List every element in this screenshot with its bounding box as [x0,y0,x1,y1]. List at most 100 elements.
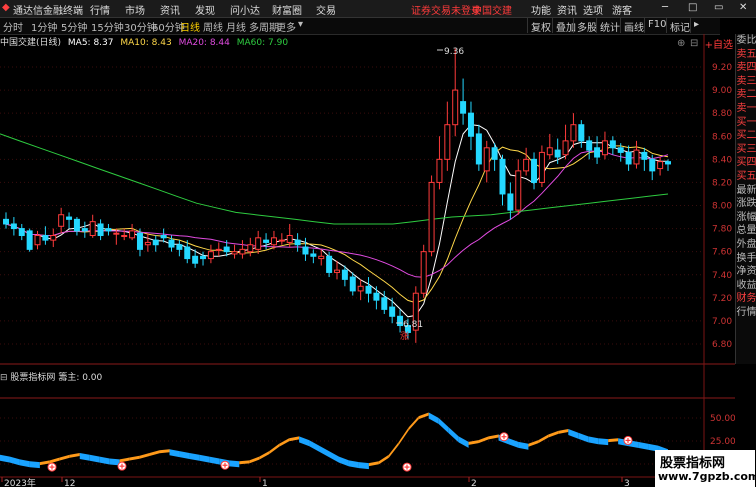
candle[interactable] [436,136,443,190]
panel-volume[interactable]: 总量 [736,224,756,238]
menu-info[interactable]: 资讯 [557,2,577,17]
panel-finance[interactable]: 财务 [736,292,756,306]
candle[interactable] [452,48,459,137]
candle[interactable] [389,297,396,324]
zoom-in-icon[interactable]: ⊕ [677,38,685,49]
tab-multi-period[interactable]: 多周期 [249,19,279,34]
candle[interactable] [3,212,9,229]
candle[interactable] [97,219,104,241]
panel-sell5[interactable]: 卖五 [736,48,756,62]
candle[interactable] [231,244,238,259]
tab-weekly[interactable]: 周线 [203,19,223,34]
candle[interactable] [144,233,151,252]
zoom-out-icon[interactable]: ⊟ [690,38,698,49]
candle[interactable] [81,221,88,238]
stats-button[interactable]: 统计 [596,18,623,34]
candle[interactable] [475,124,482,171]
candle[interactable] [633,140,640,169]
candle[interactable] [318,249,325,266]
candle[interactable] [58,207,65,234]
tab-daily[interactable]: 日线 [180,19,200,34]
candle[interactable] [105,223,112,236]
candle[interactable] [66,212,73,229]
menu-ask[interactable]: 问小达 [230,2,260,17]
candle[interactable] [397,309,404,333]
chart-area[interactable]: 9.20 9.00 8.80 8.60 8.40 8.20 8.00 7.80 7.60 7.40… [0,34,735,487]
tab-5min[interactable]: 5分钟 [61,19,87,34]
candle[interactable] [121,228,128,241]
candle[interactable] [444,101,451,171]
candle[interactable] [641,147,648,171]
minimize-icon[interactable]: ─ [662,2,668,13]
candle[interactable] [136,228,143,257]
menu-quotes[interactable]: 行情 [90,2,110,17]
candle[interactable] [531,152,538,190]
candle[interactable] [578,120,585,148]
candle[interactable] [515,159,522,215]
candle[interactable] [18,223,25,241]
menu-options[interactable]: 选项 [583,2,603,17]
mark-button[interactable]: 标记 [666,18,693,34]
candle[interactable] [601,131,608,160]
candle[interactable] [176,240,183,257]
panel-change[interactable]: 涨跌 [736,197,756,211]
panel-latest[interactable]: 最新 [736,184,756,198]
candle[interactable] [239,240,246,259]
tab-more[interactable]: 更多 [276,19,296,34]
candle[interactable] [483,140,490,183]
candle[interactable] [491,143,498,171]
panel-quotes[interactable]: 行情 [736,306,756,320]
menu-news[interactable]: 资讯 [160,2,180,17]
menu-trade[interactable]: 交易 [316,2,336,17]
panel-buy3[interactable]: 买三 [736,143,756,157]
candle[interactable] [499,154,506,206]
candle[interactable] [523,147,530,176]
panel-turnover[interactable]: 换手 [736,252,756,266]
restore-icon[interactable]: ▭ [714,2,723,13]
candle[interactable] [467,101,474,151]
login-notice[interactable]: 证券交易未登录 [411,2,481,17]
adjust-button[interactable]: 复权 [527,18,554,34]
panel-sell1[interactable]: 卖一 [736,102,756,116]
candle[interactable] [26,228,33,252]
collapse-icon[interactable]: ⊟ [0,373,8,383]
candle[interactable] [412,286,419,343]
candle[interactable] [365,277,372,303]
candle[interactable] [562,124,569,160]
menu-wealth[interactable]: 财富圈 [272,2,302,17]
candle[interactable] [42,226,49,245]
candle[interactable] [294,233,301,252]
candle[interactable] [657,157,664,176]
panel-weibi[interactable]: 委比 [736,34,756,48]
candle[interactable] [50,228,57,248]
panel-change-pct[interactable]: 涨幅 [736,211,756,225]
candle[interactable] [373,286,380,310]
tab-timeshare[interactable]: 分时 [3,19,23,34]
candle[interactable] [152,235,159,252]
panel-buy4[interactable]: 买四 [736,156,756,170]
panel-sell4[interactable]: 卖四 [736,61,756,75]
panel-eps[interactable]: 收益 [736,279,756,293]
candle[interactable] [207,244,214,264]
candle[interactable] [200,251,207,266]
chevron-down-icon[interactable]: ▾ [298,19,303,30]
candle[interactable] [73,217,80,236]
menu-function[interactable]: 功能 [531,2,551,17]
candle[interactable] [310,249,317,264]
candle[interactable] [349,272,356,296]
candle[interactable] [255,230,262,254]
candle[interactable] [215,242,222,257]
candle[interactable] [89,214,96,238]
candle[interactable] [586,136,593,160]
indicator-name[interactable]: 股票指标网 [10,373,55,383]
menu-guest[interactable]: 游客 [612,2,632,17]
candle[interactable] [10,217,17,236]
self-select-button[interactable]: +自选 [705,38,733,51]
menu-market[interactable]: 市场 [125,2,145,17]
close-icon[interactable]: ✕ [739,2,747,13]
candle[interactable] [460,78,467,125]
candle[interactable] [507,182,514,220]
tab-monthly[interactable]: 月线 [226,19,246,34]
draw-button[interactable]: 画线 [620,18,647,34]
panel-buy5[interactable]: 买五 [736,170,756,184]
